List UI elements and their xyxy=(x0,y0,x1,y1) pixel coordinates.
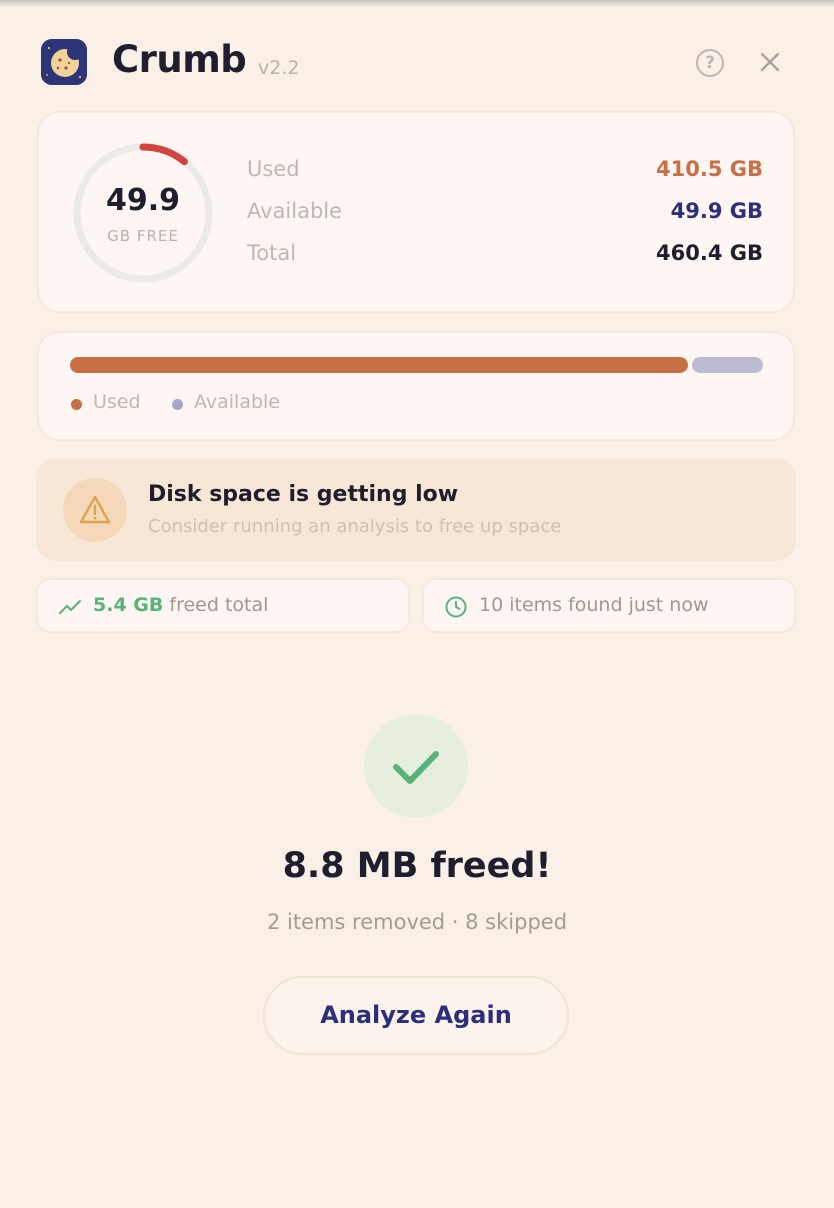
app-window: Crumb v2.2 ? 49.9 GB FREE Used 410.5 GB … xyxy=(0,6,834,1208)
usage-bar-available-segment xyxy=(692,357,763,373)
warning-title: Disk space is getting low xyxy=(148,482,459,507)
close-icon xyxy=(760,52,780,72)
stat-row-total: Total 460.4 GB xyxy=(247,241,763,271)
app-title: Crumb xyxy=(112,38,247,81)
trend-up-icon xyxy=(59,600,81,614)
stat-row-available: Available 49.9 GB xyxy=(247,199,763,229)
cookie-app-icon xyxy=(41,39,87,85)
analyze-again-button[interactable]: Analyze Again xyxy=(263,976,569,1055)
items-found-text: 10 items found just now xyxy=(479,594,709,616)
success-checkmark-icon xyxy=(364,714,468,818)
stat-value: 410.5 GB xyxy=(656,157,763,181)
freed-total-suffix: freed total xyxy=(169,594,269,616)
result-subtitle: 2 items removed · 8 skipped xyxy=(266,910,568,934)
usage-bar-card: Used Available xyxy=(37,331,795,441)
legend-dot-used xyxy=(71,399,82,410)
items-found-pill: 10 items found just now xyxy=(422,578,796,633)
clock-icon xyxy=(445,596,467,618)
free-space-label: GB FREE xyxy=(107,227,179,245)
storage-summary-card: 49.9 GB FREE Used 410.5 GB Available 49.… xyxy=(37,111,795,313)
stat-value: 460.4 GB xyxy=(656,241,763,265)
low-disk-warning-banner: Disk space is getting low Consider runni… xyxy=(36,458,796,561)
legend-label-available: Available xyxy=(194,391,281,413)
usage-bar xyxy=(70,357,763,373)
usage-bar-used-segment xyxy=(70,357,688,373)
warning-triangle-icon xyxy=(63,478,127,542)
help-icon: ? xyxy=(705,53,715,73)
freed-total-text: 5.4 GB freed total xyxy=(93,594,268,616)
stat-label: Available xyxy=(247,199,343,223)
freed-total-pill: 5.4 GB freed total xyxy=(36,578,410,633)
freed-total-amount: 5.4 GB xyxy=(93,594,164,616)
legend-dot-available xyxy=(172,399,183,410)
legend-label-used: Used xyxy=(93,391,141,413)
help-button[interactable]: ? xyxy=(696,49,724,77)
stat-label: Used xyxy=(247,157,300,181)
warning-subtitle: Consider running an analysis to free up … xyxy=(148,516,562,537)
free-space-value: 49.9 xyxy=(105,183,181,218)
app-version: v2.2 xyxy=(258,57,300,79)
stat-value: 49.9 GB xyxy=(670,199,763,223)
close-button[interactable] xyxy=(756,48,784,76)
stat-row-used: Used 410.5 GB xyxy=(247,157,763,187)
stat-label: Total xyxy=(247,241,297,265)
result-title: 8.8 MB freed! xyxy=(282,846,552,886)
